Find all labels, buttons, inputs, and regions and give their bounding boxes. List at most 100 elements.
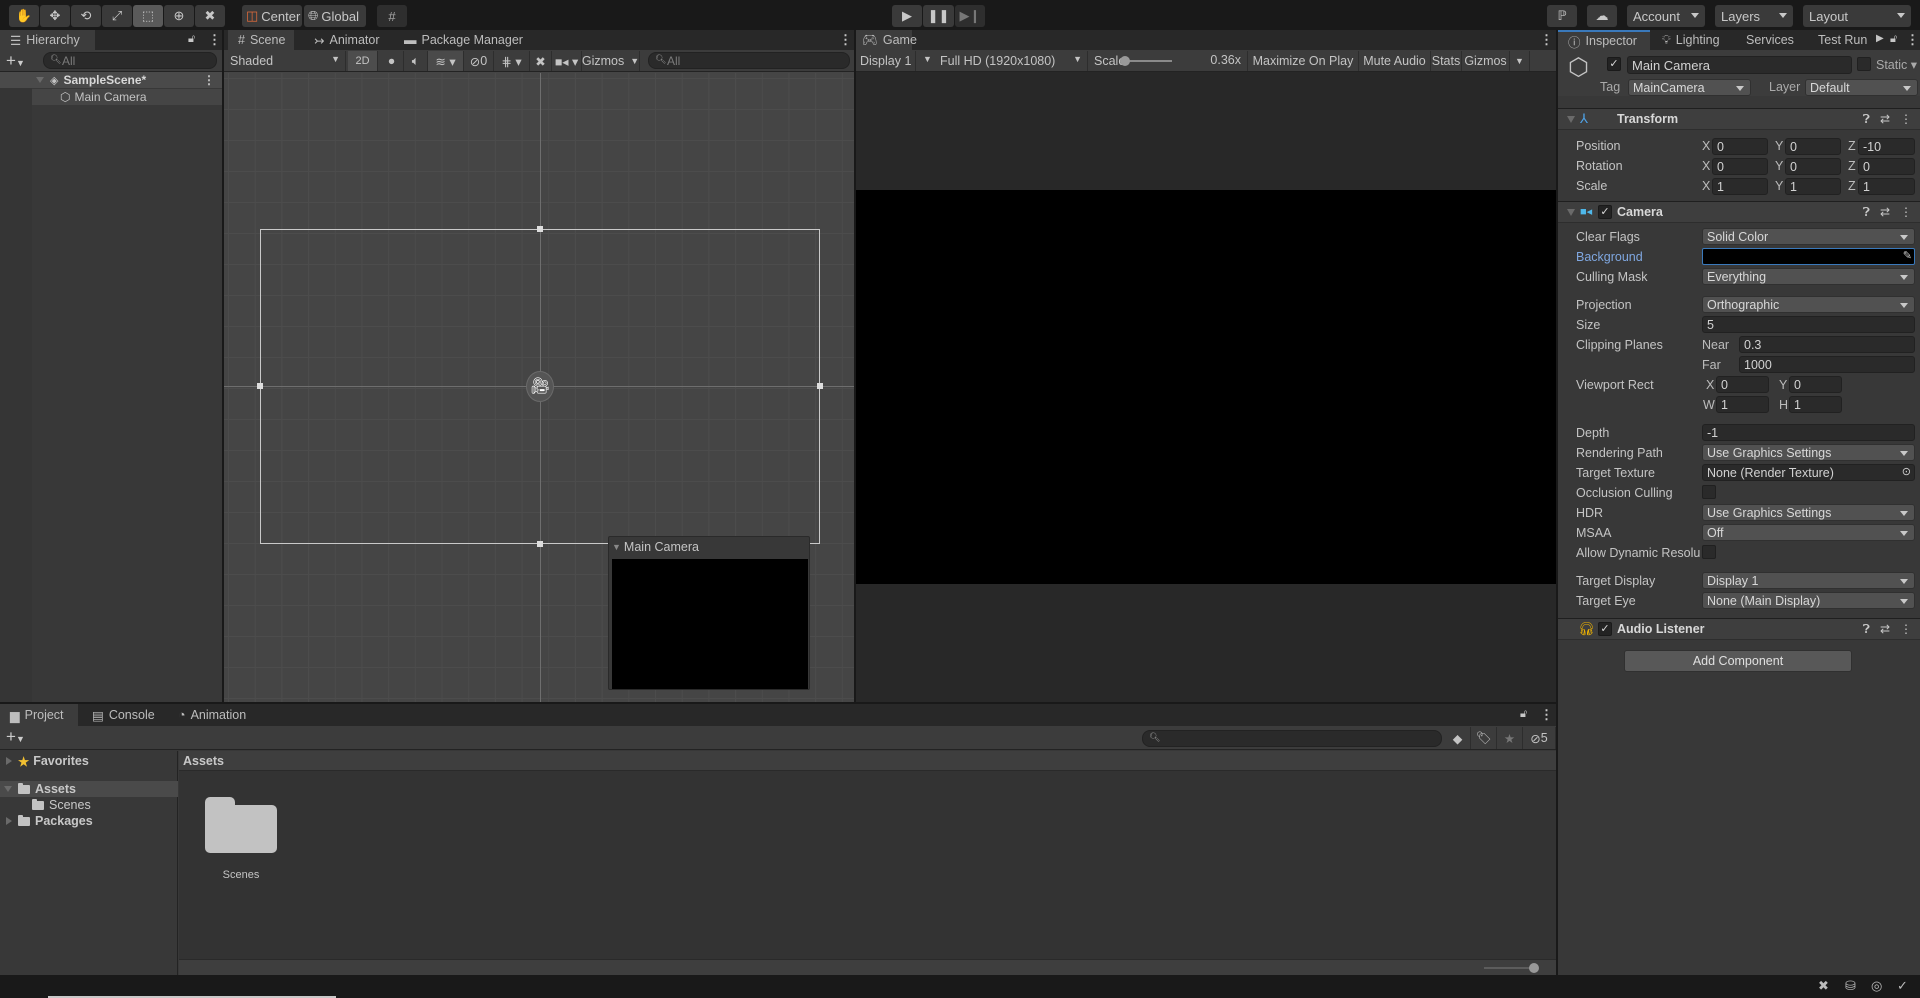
account-dropdown[interactable]: Account [1627, 5, 1705, 27]
more-options-icon[interactable]: ⋮ [1540, 33, 1553, 46]
tab-project[interactable]: ▆ Project [0, 704, 78, 726]
more-options-icon[interactable]: ⋮ [1906, 33, 1919, 46]
component-menu-icon[interactable]: ⋮ [1900, 205, 1912, 220]
tab-package-manager[interactable]: ▬ Package Manager [394, 30, 533, 50]
camera-gizmo-icon[interactable]: 🎥︎ [526, 371, 554, 402]
lock-icon[interactable]: 🔓︎ [1890, 33, 1900, 45]
tab-animator[interactable]: ↣ Animator [304, 30, 390, 50]
target-display-dropdown[interactable]: Display 1 [1702, 572, 1915, 589]
presets-icon[interactable]: ⇄ [1880, 205, 1890, 220]
shading-mode-dropdown[interactable]: Shaded ▼ [224, 51, 346, 71]
audio-toggle[interactable]: 🔈︎ [404, 51, 428, 71]
position-y-input[interactable]: 0 [1785, 138, 1841, 155]
clear-flags-dropdown[interactable]: Solid Color [1702, 228, 1915, 245]
icon-size-slider-track[interactable] [1484, 967, 1534, 969]
static-dropdown[interactable]: Static ▾ [1876, 57, 1917, 72]
near-clip-input[interactable]: 0.3 [1739, 336, 1915, 353]
custom-tool-button[interactable]: ✖ [195, 5, 225, 27]
play-button[interactable]: ▶ [892, 5, 922, 27]
tree-item-assets[interactable]: Assets [0, 781, 178, 797]
expand-arrow-icon[interactable] [4, 786, 12, 792]
object-picker-icon[interactable]: ⊙ [1902, 465, 1911, 478]
layer-dropdown[interactable]: Default [1805, 79, 1918, 96]
rendering-path-dropdown[interactable]: Use Graphics Settings [1702, 444, 1915, 461]
scene-row[interactable]: ◈ SampleScene* ⋮ [0, 72, 222, 88]
audio-listener-enabled-checkbox[interactable]: ✓ [1598, 622, 1612, 636]
resize-handle[interactable] [537, 541, 543, 547]
camera-enabled-checkbox[interactable]: ✓ [1598, 205, 1612, 219]
tab-overflow-arrow-icon[interactable]: ▶ [1876, 33, 1884, 44]
hierarchy-search-input[interactable]: 🔍︎ All [43, 52, 217, 69]
culling-mask-dropdown[interactable]: Everything [1702, 268, 1915, 285]
background-color-field[interactable]: ✎ [1702, 248, 1915, 265]
tab-services[interactable]: Services [1736, 30, 1804, 50]
resize-handle[interactable] [257, 383, 263, 389]
size-input[interactable]: 5 [1702, 316, 1915, 333]
component-menu-icon[interactable]: ⋮ [1900, 622, 1912, 637]
viewport-h-input[interactable]: 1 [1789, 396, 1842, 413]
scale-slider-handle[interactable] [1120, 56, 1130, 66]
foldout-arrow-icon[interactable] [1567, 209, 1575, 216]
check-circle-icon[interactable]: ✓ [1897, 978, 1908, 994]
tools-toggle[interactable]: ✖ [530, 51, 552, 71]
tab-console[interactable]: ▤ Console [82, 704, 165, 726]
debug-off-icon[interactable]: ✖ [1818, 978, 1829, 994]
target-texture-field[interactable]: None (Render Texture) ⊙ [1702, 464, 1915, 481]
transform-tool-button[interactable]: ⊕ [164, 5, 194, 27]
viewport-x-input[interactable]: 0 [1716, 376, 1769, 393]
tab-inspector[interactable]: ⓘ Inspector [1558, 30, 1650, 50]
tree-item-scenes[interactable]: Scenes [32, 797, 91, 813]
hidden-packages-toggle[interactable]: ⊘ 5 [1523, 727, 1556, 749]
layers-dropdown[interactable]: Layers [1715, 5, 1793, 27]
collapse-arrow-icon[interactable]: ▼ [612, 542, 621, 552]
object-name-input[interactable]: Main Camera [1627, 56, 1852, 74]
cache-server-icon[interactable]: ⛁ [1845, 978, 1856, 994]
tab-scene[interactable]: # Scene [228, 30, 294, 50]
more-options-icon[interactable]: ⋮ [208, 33, 221, 46]
asset-item[interactable]: Scenes [199, 791, 277, 881]
resize-handle[interactable] [537, 226, 543, 232]
foldout-arrow-icon[interactable] [1567, 116, 1575, 123]
rotate-tool-button[interactable]: ⟲ [71, 5, 101, 27]
more-options-icon[interactable]: ⋮ [839, 33, 852, 46]
position-x-input[interactable]: 0 [1712, 138, 1768, 155]
occlusion-culling-checkbox[interactable] [1702, 485, 1716, 499]
hand-tool-button[interactable]: ✋ [9, 5, 39, 27]
step-button[interactable]: ▶❙ [955, 5, 985, 27]
resize-handle[interactable] [817, 383, 823, 389]
tree-item-favorites[interactable]: ★ Favorites [6, 753, 89, 769]
expand-arrow-icon[interactable] [6, 817, 12, 825]
pivot-center-button[interactable]: ◫ Center [242, 5, 302, 27]
move-tool-button[interactable]: ✥ [40, 5, 70, 27]
camera-component-header[interactable]: ■◂ ✓ Camera ❓︎ ⇄ ⋮ [1558, 201, 1920, 223]
more-options-icon[interactable]: ⋮ [1540, 708, 1553, 721]
rotation-y-input[interactable]: 0 [1785, 158, 1841, 175]
gizmos-dropdown[interactable]: ▼ [1510, 51, 1530, 71]
help-icon[interactable]: ❓︎ [1863, 205, 1870, 220]
transform-component-header[interactable]: ⅄ Transform ❓︎ ⇄ ⋮ [1558, 108, 1920, 130]
search-by-type-button[interactable]: ◆ [1445, 727, 1471, 749]
search-by-label-button[interactable]: 🏷︎ [1471, 727, 1497, 749]
lock-icon[interactable]: 🔓︎ [188, 33, 198, 45]
scale-x-input[interactable]: 1 [1712, 178, 1768, 195]
gizmos-toggle[interactable]: Gizmos [1462, 51, 1510, 71]
target-eye-dropdown[interactable]: None (Main Display) [1702, 592, 1915, 609]
component-menu-icon[interactable]: ⋮ [1900, 112, 1912, 127]
scene-menu-icon[interactable]: ⋮ [203, 73, 215, 87]
auto-generate-lighting-icon[interactable]: ◎ [1871, 978, 1882, 994]
scale-y-input[interactable]: 1 [1785, 178, 1841, 195]
rect-tool-button[interactable]: ⬚ [133, 5, 163, 27]
projection-dropdown[interactable]: Orthographic [1702, 296, 1915, 313]
icon-size-slider-handle[interactable] [1529, 963, 1539, 973]
audio-listener-component-header[interactable]: 🎧︎ ✓ Audio Listener ❓︎ ⇄ ⋮ [1558, 618, 1920, 640]
tab-hierarchy[interactable]: ☰ Hierarchy [0, 30, 95, 50]
maximize-on-play-toggle[interactable]: Maximize On Play [1248, 51, 1359, 71]
layout-dropdown[interactable]: Layout [1803, 5, 1911, 27]
add-component-button[interactable]: Add Component [1624, 650, 1852, 672]
project-search-input[interactable]: 🔍︎ [1142, 730, 1442, 747]
camera-dropdown[interactable]: ■◂ ▾ [552, 51, 582, 71]
lighting-toggle[interactable]: ● [380, 51, 404, 71]
mute-audio-toggle[interactable]: Mute Audio [1359, 51, 1431, 71]
game-render-viewport[interactable] [856, 190, 1556, 584]
stats-toggle[interactable]: Stats [1431, 51, 1462, 71]
